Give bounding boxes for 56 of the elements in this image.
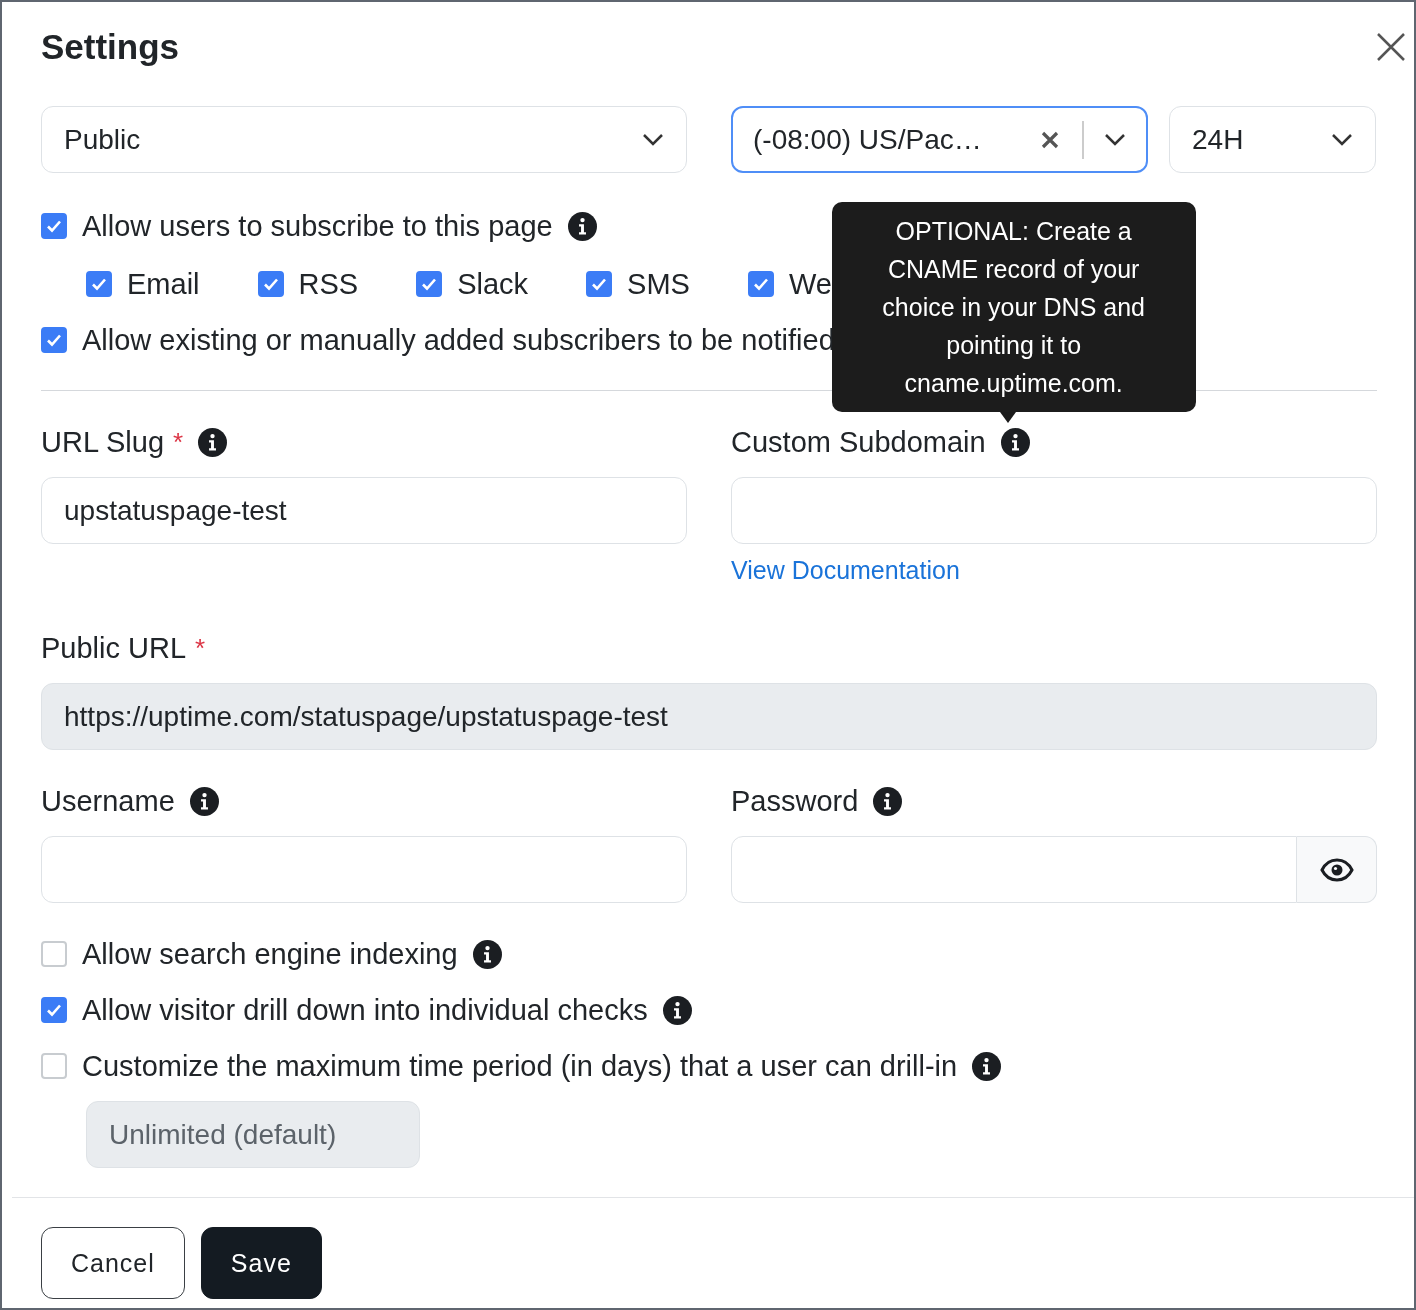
checkbox[interactable] xyxy=(41,941,67,967)
timezone-select[interactable]: (-08:00) US/Pac… xyxy=(731,106,1148,173)
info-icon[interactable] xyxy=(662,995,692,1025)
field-label: Public URL xyxy=(41,631,187,665)
info-icon[interactable] xyxy=(567,211,597,241)
checkbox[interactable] xyxy=(41,327,67,353)
checkbox-label: Email xyxy=(127,267,200,301)
cancel-button[interactable]: Cancel xyxy=(41,1227,185,1299)
clear-icon[interactable] xyxy=(1040,129,1060,150)
info-icon[interactable] xyxy=(472,939,502,969)
visibility-select[interactable]: Public xyxy=(41,106,687,173)
checkbox-label: Allow visitor drill down into individual checks xyxy=(82,993,648,1027)
checkbox[interactable] xyxy=(41,997,67,1023)
checkbox-label: Customize the maximum time period (in days) that a user can drill-in xyxy=(82,1049,958,1083)
tooltip-arrow xyxy=(999,411,1016,423)
field-label: Custom Subdomain xyxy=(731,425,986,459)
tooltip: OPTIONAL: Create a CNAME record of your choice in your DNS and pointing it to cname.uptime.com. xyxy=(831,201,1196,412)
chevron-down-icon xyxy=(1331,132,1353,147)
time-format-select[interactable]: 24H xyxy=(1169,106,1376,173)
checkbox-label: Allow search engine indexing xyxy=(82,937,458,971)
checkbox[interactable] xyxy=(41,213,67,239)
checkbox-label: Allow users to subscribe to this page xyxy=(82,209,553,243)
checkbox-label: We xyxy=(788,267,832,301)
dialog-title: Settings xyxy=(41,27,180,67)
field-label: Username xyxy=(41,784,175,818)
info-icon[interactable] xyxy=(1000,427,1030,457)
info-icon[interactable] xyxy=(189,786,219,816)
checkbox[interactable] xyxy=(257,271,284,297)
info-icon[interactable] xyxy=(198,427,228,457)
info-icon[interactable] xyxy=(972,1051,1002,1081)
subdomain-field[interactable] xyxy=(731,477,1377,544)
close-button[interactable] xyxy=(1376,32,1406,62)
eye-icon xyxy=(1319,857,1354,882)
checkbox[interactable] xyxy=(586,271,613,297)
field-label: URL Slug xyxy=(41,425,165,459)
checkbox-label: RSS xyxy=(298,267,359,301)
username-field[interactable] xyxy=(41,836,687,903)
checkbox-label: Slack xyxy=(457,267,529,301)
checkbox-label: SMS xyxy=(627,267,690,301)
required-mark: * xyxy=(195,632,206,664)
url-slug-field[interactable]: upstatuspage-test xyxy=(41,477,687,544)
show-password-button[interactable] xyxy=(1297,836,1377,903)
password-field[interactable] xyxy=(731,836,1297,903)
chevron-down-icon xyxy=(1104,132,1126,147)
checkbox[interactable] xyxy=(86,271,112,297)
drill-in-limit-field: Unlimited (default) xyxy=(86,1101,420,1168)
checkbox[interactable] xyxy=(747,271,774,297)
documentation-link[interactable]: View Documentation xyxy=(731,552,960,588)
info-icon[interactable] xyxy=(873,786,903,816)
public-url-field: https://uptime.com/statuspage/upstatuspage-test xyxy=(41,683,1377,750)
required-mark: * xyxy=(173,426,184,458)
checkbox[interactable] xyxy=(416,271,443,297)
save-button[interactable]: Save xyxy=(200,1227,322,1299)
field-label: Password xyxy=(731,784,859,818)
chevron-down-icon xyxy=(642,132,664,147)
checkbox[interactable] xyxy=(41,1053,67,1079)
